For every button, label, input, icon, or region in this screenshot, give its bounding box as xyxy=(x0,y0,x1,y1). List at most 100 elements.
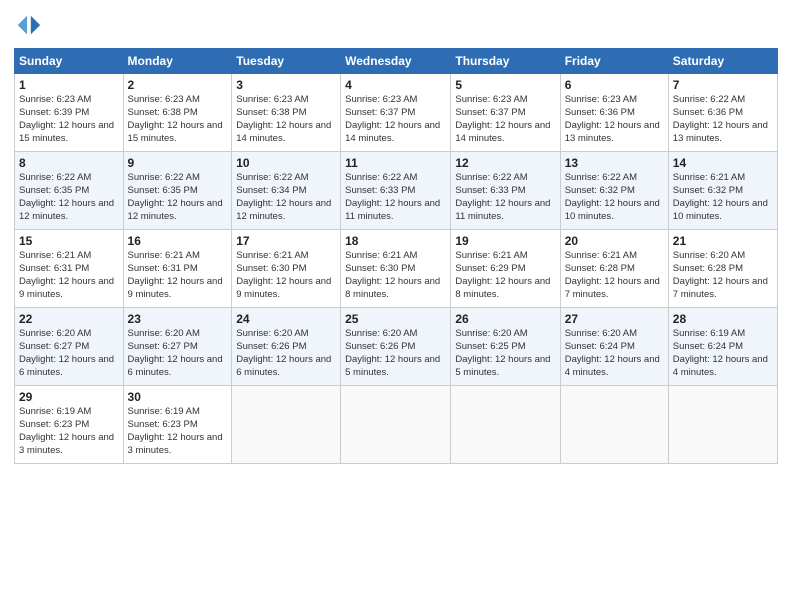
sunrise-text: Sunrise: 6:23 AM xyxy=(455,94,527,105)
daylight-text: Daylight: 12 hours and 10 minutes. xyxy=(565,198,660,222)
daylight-text: Daylight: 12 hours and 15 minutes. xyxy=(19,120,114,144)
calendar-cell: 26Sunrise: 6:20 AMSunset: 6:25 PMDayligh… xyxy=(451,308,560,386)
day-number: 9 xyxy=(128,155,228,171)
calendar-cell: 6Sunrise: 6:23 AMSunset: 6:36 PMDaylight… xyxy=(560,74,668,152)
day-number: 30 xyxy=(128,389,228,405)
calendar-day-header: Wednesday xyxy=(341,49,451,74)
day-number: 2 xyxy=(128,77,228,93)
sunrise-text: Sunrise: 6:21 AM xyxy=(455,250,527,261)
sunrise-text: Sunrise: 6:21 AM xyxy=(673,172,745,183)
calendar-cell: 23Sunrise: 6:20 AMSunset: 6:27 PMDayligh… xyxy=(123,308,232,386)
daylight-text: Daylight: 12 hours and 14 minutes. xyxy=(345,120,440,144)
calendar-week-row: 8Sunrise: 6:22 AMSunset: 6:35 PMDaylight… xyxy=(15,152,778,230)
daylight-text: Daylight: 12 hours and 5 minutes. xyxy=(455,354,550,378)
calendar-cell: 10Sunrise: 6:22 AMSunset: 6:34 PMDayligh… xyxy=(232,152,341,230)
daylight-text: Daylight: 12 hours and 12 minutes. xyxy=(19,198,114,222)
sunset-text: Sunset: 6:33 PM xyxy=(345,185,415,196)
sunset-text: Sunset: 6:38 PM xyxy=(128,107,198,118)
calendar-cell: 30Sunrise: 6:19 AMSunset: 6:23 PMDayligh… xyxy=(123,386,232,464)
daylight-text: Daylight: 12 hours and 10 minutes. xyxy=(673,198,768,222)
sunrise-text: Sunrise: 6:21 AM xyxy=(345,250,417,261)
sunset-text: Sunset: 6:23 PM xyxy=(128,419,198,430)
calendar-cell xyxy=(668,386,777,464)
day-number: 8 xyxy=(19,155,119,171)
sunrise-text: Sunrise: 6:22 AM xyxy=(236,172,308,183)
daylight-text: Daylight: 12 hours and 7 minutes. xyxy=(673,276,768,300)
day-number: 23 xyxy=(128,311,228,327)
day-number: 12 xyxy=(455,155,555,171)
day-number: 5 xyxy=(455,77,555,93)
calendar-cell xyxy=(341,386,451,464)
calendar-cell: 14Sunrise: 6:21 AM Sunset: 6:32 PM Dayligh… xyxy=(668,152,777,230)
sunset-text: Sunset: 6:34 PM xyxy=(236,185,306,196)
header xyxy=(14,12,778,40)
sunrise-text: Sunrise: 6:22 AM xyxy=(345,172,417,183)
sunrise-text: Sunrise: 6:21 AM xyxy=(565,250,637,261)
day-number: 29 xyxy=(19,389,119,405)
sunset-text: Sunset: 6:30 PM xyxy=(236,263,306,274)
logo-icon xyxy=(14,12,42,40)
calendar-cell: 13Sunrise: 6:22 AMSunset: 6:32 PMDayligh… xyxy=(560,152,668,230)
calendar-day-header: Saturday xyxy=(668,49,777,74)
day-number: 7 xyxy=(673,77,773,93)
sunrise-text: Sunrise: 6:20 AM xyxy=(19,328,91,339)
sunset-text: Sunset: 6:37 PM xyxy=(345,107,415,118)
calendar-cell: 22Sunrise: 6:20 AMSunset: 6:27 PMDayligh… xyxy=(15,308,124,386)
calendar-cell: 8Sunrise: 6:22 AMSunset: 6:35 PMDaylight… xyxy=(15,152,124,230)
calendar-cell: 27Sunrise: 6:20 AMSunset: 6:24 PMDayligh… xyxy=(560,308,668,386)
calendar-cell: 17Sunrise: 6:21 AMSunset: 6:30 PMDayligh… xyxy=(232,230,341,308)
day-number: 10 xyxy=(236,155,336,171)
day-number: 14 xyxy=(673,155,773,171)
sunrise-text: Sunrise: 6:23 AM xyxy=(565,94,637,105)
sunset-text: Sunset: 6:36 PM xyxy=(673,107,743,118)
daylight-text: Daylight: 12 hours and 6 minutes. xyxy=(236,354,331,378)
sunrise-text: Sunrise: 6:21 AM xyxy=(19,250,91,261)
calendar-cell: 15Sunrise: 6:21 AMSunset: 6:31 PMDayligh… xyxy=(15,230,124,308)
sunset-text: Sunset: 6:27 PM xyxy=(128,341,198,352)
daylight-text: Daylight: 12 hours and 12 minutes. xyxy=(128,198,223,222)
calendar-cell: 7Sunrise: 6:22 AMSunset: 6:36 PMDaylight… xyxy=(668,74,777,152)
daylight-text: Daylight: 12 hours and 14 minutes. xyxy=(455,120,550,144)
sunset-text: Sunset: 6:25 PM xyxy=(455,341,525,352)
sunset-text: Sunset: 6:31 PM xyxy=(19,263,89,274)
sunset-text: Sunset: 6:27 PM xyxy=(19,341,89,352)
daylight-text: Daylight: 12 hours and 4 minutes. xyxy=(565,354,660,378)
daylight-text: Daylight: 12 hours and 3 minutes. xyxy=(128,432,223,456)
sunrise-text: Sunrise: 6:20 AM xyxy=(345,328,417,339)
daylight-text: Daylight: 12 hours and 4 minutes. xyxy=(673,354,768,378)
calendar-day-header: Monday xyxy=(123,49,232,74)
calendar-day-header: Friday xyxy=(560,49,668,74)
sunset-text: Sunset: 6:36 PM xyxy=(565,107,635,118)
calendar-week-row: 1Sunrise: 6:23 AMSunset: 6:39 PMDaylight… xyxy=(15,74,778,152)
daylight-text: Daylight: 12 hours and 6 minutes. xyxy=(19,354,114,378)
calendar-header-row: SundayMondayTuesdayWednesdayThursdayFrid… xyxy=(15,49,778,74)
day-number: 13 xyxy=(565,155,664,171)
daylight-text: Daylight: 12 hours and 11 minutes. xyxy=(345,198,440,222)
calendar-week-row: 15Sunrise: 6:21 AMSunset: 6:31 PMDayligh… xyxy=(15,230,778,308)
calendar-day-header: Thursday xyxy=(451,49,560,74)
sunset-text: Sunset: 6:28 PM xyxy=(673,263,743,274)
calendar-cell: 12Sunrise: 6:22 AMSunset: 6:33 PMDayligh… xyxy=(451,152,560,230)
sunrise-text: Sunrise: 6:19 AM xyxy=(19,406,91,417)
sunset-text: Sunset: 6:37 PM xyxy=(455,107,525,118)
sunrise-text: Sunrise: 6:20 AM xyxy=(565,328,637,339)
sunrise-text: Sunrise: 6:20 AM xyxy=(236,328,308,339)
sunset-text: Sunset: 6:31 PM xyxy=(128,263,198,274)
daylight-text: Daylight: 12 hours and 8 minutes. xyxy=(455,276,550,300)
sunset-text: Sunset: 6:32 PM xyxy=(673,185,743,196)
calendar-cell: 25Sunrise: 6:20 AMSunset: 6:26 PMDayligh… xyxy=(341,308,451,386)
calendar-cell: 19Sunrise: 6:21 AMSunset: 6:29 PMDayligh… xyxy=(451,230,560,308)
sunrise-text: Sunrise: 6:22 AM xyxy=(565,172,637,183)
calendar-day-header: Sunday xyxy=(15,49,124,74)
daylight-text: Daylight: 12 hours and 9 minutes. xyxy=(236,276,331,300)
sunrise-text: Sunrise: 6:20 AM xyxy=(455,328,527,339)
calendar-day-header: Tuesday xyxy=(232,49,341,74)
calendar-cell: 4Sunrise: 6:23 AMSunset: 6:37 PMDaylight… xyxy=(341,74,451,152)
daylight-text: Daylight: 12 hours and 14 minutes. xyxy=(236,120,331,144)
day-number: 28 xyxy=(673,311,773,327)
sunset-text: Sunset: 6:24 PM xyxy=(673,341,743,352)
daylight-text: Daylight: 12 hours and 15 minutes. xyxy=(128,120,223,144)
day-number: 24 xyxy=(236,311,336,327)
sunset-text: Sunset: 6:26 PM xyxy=(345,341,415,352)
day-number: 1 xyxy=(19,77,119,93)
